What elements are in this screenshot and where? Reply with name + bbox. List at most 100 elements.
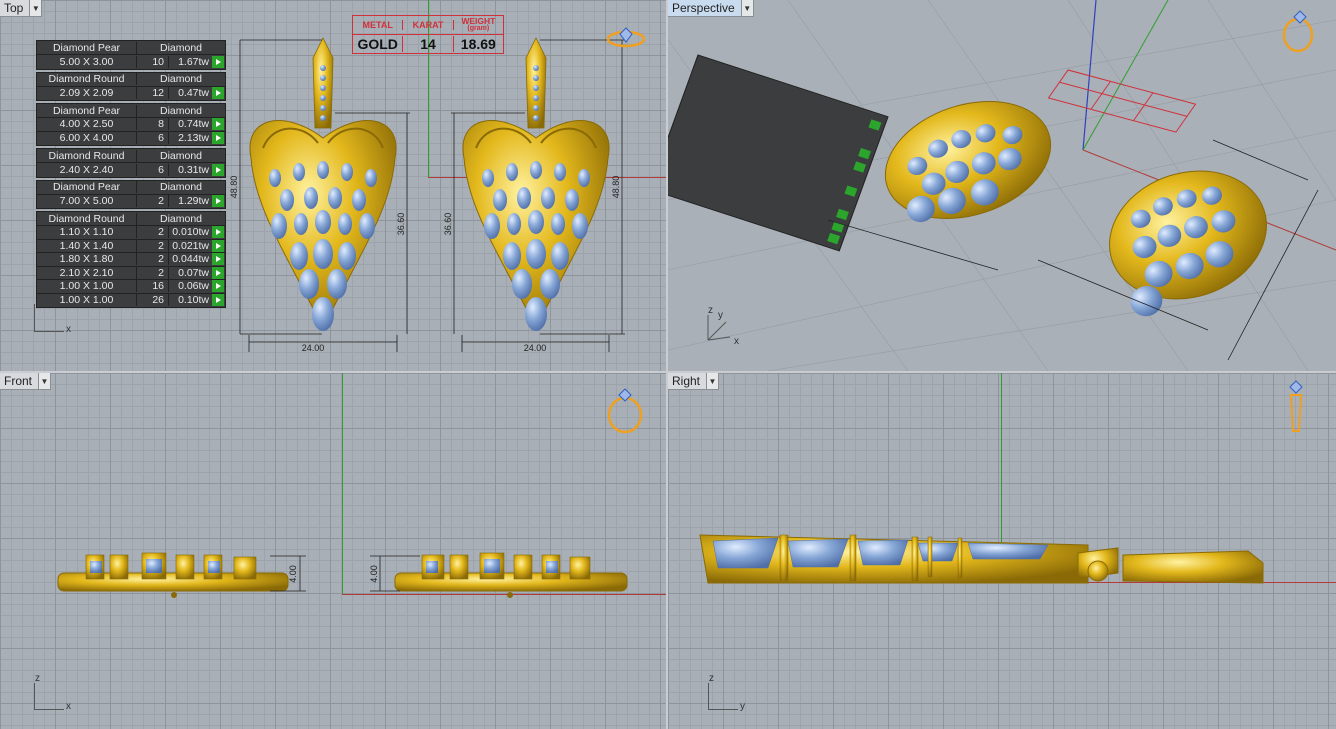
- perspective-metal-table: [1047, 69, 1197, 133]
- front-pendant-left: [57, 552, 289, 598]
- stone-weight: 0.044tw: [172, 253, 209, 266]
- stone-weight: 0.74tw: [178, 118, 209, 131]
- stone-weight: 0.010tw: [172, 226, 209, 239]
- dim-height-total-left: 48.80: [229, 176, 239, 199]
- weight-header-label: WEIGHT: [461, 16, 496, 26]
- dropdown-arrow-icon[interactable]: ▼: [38, 373, 51, 389]
- stone-table: Diamond Pear Diamond 5.00 X 3.00 10 1.67tw Di…: [36, 40, 226, 310]
- dim-width-left: 24.00: [302, 343, 325, 353]
- dropdown-arrow-icon[interactable]: ▼: [706, 373, 719, 389]
- viewport-tab-right[interactable]: Right ▼: [668, 373, 720, 390]
- dim-thickness-right: 4.00: [369, 565, 379, 583]
- stone-type: Diamond: [159, 104, 203, 117]
- go-arrow-icon[interactable]: [212, 87, 224, 100]
- dropdown-arrow-icon[interactable]: ▼: [29, 0, 42, 16]
- stone-type: Diamond: [159, 181, 203, 193]
- stone-count: 2: [137, 266, 169, 279]
- stone-weight: 0.31tw: [178, 163, 209, 176]
- metal-header: METAL: [353, 20, 404, 30]
- front-view-drawing: 4.00 4.00: [57, 388, 643, 598]
- stone-count: 8: [137, 118, 169, 131]
- viewport-tab-perspective[interactable]: Perspective ▼: [668, 0, 754, 17]
- x-axis-label: x: [734, 336, 739, 347]
- stone-shape: Diamond Pear: [37, 104, 137, 117]
- axis-indicator: z y: [704, 673, 754, 713]
- dim-width-right: 24.00: [524, 343, 547, 353]
- stone-size: 2.40 X 2.40: [37, 163, 137, 176]
- stone-shape: Diamond Pear: [37, 181, 137, 193]
- stone-row: 1.40 X 1.40 2 0.021tw: [37, 239, 225, 253]
- viewport-tab-top[interactable]: Top ▼: [0, 0, 43, 17]
- stone-group: Diamond Pear Diamond 4.00 X 2.50 8 0.74tw 6.0…: [36, 103, 226, 146]
- stone-row: 5.00 X 3.00 10 1.67tw: [37, 55, 225, 69]
- karat-header: KARAT: [403, 20, 454, 30]
- stone-count: 2: [137, 239, 169, 252]
- stone-type: Diamond: [159, 149, 203, 162]
- go-arrow-icon[interactable]: [212, 239, 224, 252]
- stone-count: 26: [137, 294, 169, 307]
- viewport-top[interactable]: 24.00 24.00 48.80 36.60 36.60 48.80 Top …: [0, 0, 666, 371]
- stone-weight: 1.29tw: [178, 195, 209, 208]
- go-arrow-icon[interactable]: [212, 132, 224, 145]
- stone-group: Diamond Pear Diamond 5.00 X 3.00 10 1.67tw: [36, 40, 226, 70]
- stone-type: Diamond: [159, 41, 203, 54]
- stone-size: 5.00 X 3.00: [37, 55, 137, 68]
- stone-weight: 0.47tw: [178, 87, 209, 100]
- weight-header: WEIGHT (gram): [454, 17, 503, 33]
- go-arrow-icon[interactable]: [212, 118, 224, 131]
- x-axis-label: x: [66, 324, 71, 335]
- z-axis-label: z: [708, 305, 713, 316]
- y-axis-label: y: [740, 701, 745, 712]
- viewport-title: Front: [4, 374, 33, 388]
- stone-weight: 1.67tw: [178, 55, 209, 68]
- go-arrow-icon[interactable]: [212, 266, 224, 279]
- stone-count: 2: [137, 226, 169, 239]
- stone-row: 1.00 X 1.00 16 0.06tw: [37, 280, 225, 294]
- viewport-tab-front[interactable]: Front ▼: [0, 373, 52, 390]
- right-view-drawing: [699, 380, 1303, 584]
- z-axis-label: z: [709, 673, 714, 684]
- stone-row: 7.00 X 5.00 2 1.29tw: [37, 195, 225, 209]
- stone-group-header: Diamond Pear Diamond: [37, 104, 225, 118]
- go-arrow-icon[interactable]: [212, 195, 224, 208]
- viewport-title: Right: [672, 374, 701, 388]
- viewport-front[interactable]: 4.00 4.00 z x Front ▼: [0, 373, 666, 729]
- stone-group: Diamond Round Diamond 1.10 X 1.10 2 0.010tw 1…: [36, 211, 226, 308]
- ring-icon[interactable]: [606, 27, 646, 48]
- stone-size: 2.09 X 2.09: [37, 87, 137, 100]
- karat-value: 14: [403, 36, 454, 52]
- stone-group-header: Diamond Pear Diamond: [37, 41, 225, 55]
- ring-icon[interactable]: [607, 388, 643, 434]
- front-pendant-right: [394, 552, 628, 598]
- viewport-right[interactable]: z y Right ▼: [668, 373, 1336, 729]
- go-arrow-icon[interactable]: [212, 280, 224, 293]
- stone-weight: 0.07tw: [178, 266, 209, 279]
- stone-size: 1.80 X 1.80: [37, 253, 137, 266]
- stone-row: 4.00 X 2.50 8 0.74tw: [37, 118, 225, 132]
- stone-type: Diamond: [159, 212, 203, 225]
- weight-unit: (gram): [467, 25, 490, 32]
- perspective-pendant-2: [1109, 170, 1267, 317]
- stone-row: 6.00 X 4.00 6 2.13tw: [37, 132, 225, 146]
- stone-shape: Diamond Pear: [37, 41, 137, 54]
- stone-weight: 0.021tw: [172, 239, 209, 252]
- perspective-pendant-1: [884, 100, 1052, 223]
- dim-height-body-right: 36.60: [443, 213, 453, 236]
- viewport-perspective[interactable]: z y x Perspective ▼: [668, 0, 1336, 371]
- dim-thickness-left: 4.00: [288, 565, 298, 583]
- go-arrow-icon[interactable]: [212, 163, 224, 176]
- stone-count: 10: [137, 55, 169, 68]
- ring-icon[interactable]: [1282, 10, 1314, 53]
- dropdown-arrow-icon[interactable]: ▼: [740, 0, 753, 16]
- stone-type: Diamond: [159, 73, 203, 85]
- stone-size: 1.00 X 1.00: [37, 280, 137, 293]
- pendant-icon[interactable]: [1289, 380, 1303, 432]
- go-arrow-icon[interactable]: [212, 55, 224, 68]
- go-arrow-icon[interactable]: [212, 253, 224, 266]
- metal-value: GOLD: [353, 36, 404, 52]
- go-arrow-icon[interactable]: [212, 294, 224, 307]
- stone-size: 4.00 X 2.50: [37, 118, 137, 131]
- go-arrow-icon[interactable]: [212, 226, 224, 239]
- stone-count: 16: [137, 280, 169, 293]
- stone-size: 7.00 X 5.00: [37, 195, 137, 208]
